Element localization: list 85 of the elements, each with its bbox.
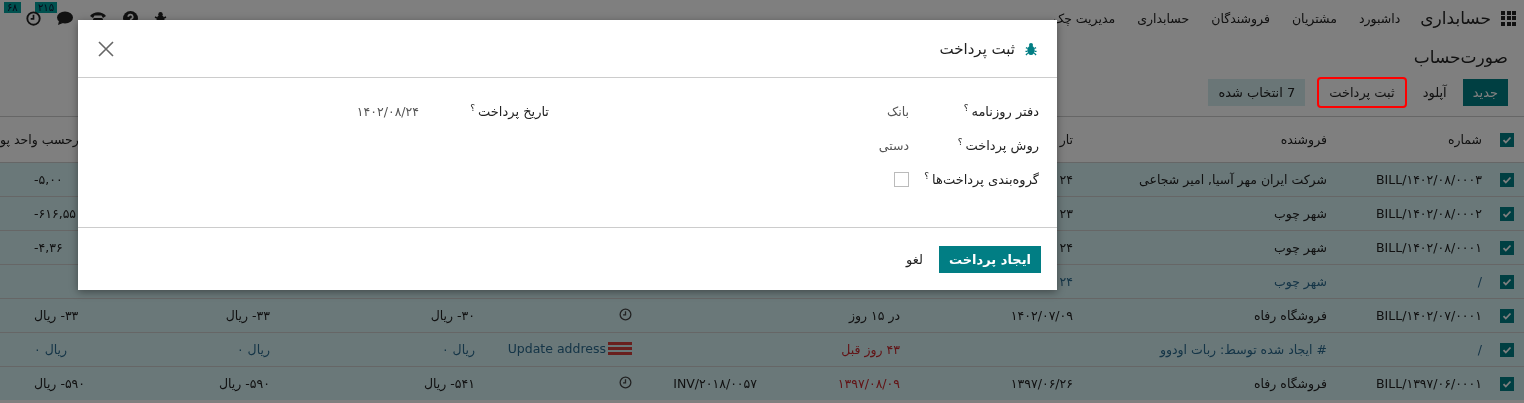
dialog-title: ثبت پرداخت xyxy=(939,39,1015,58)
checkbox[interactable] xyxy=(1500,173,1514,188)
table-cell: # ایجاد شده توسط: ربات اودوو xyxy=(1159,342,1327,357)
field-value[interactable]: ۱۴۰۲/۰۸/۲۴ xyxy=(356,103,419,119)
checkbox[interactable] xyxy=(1500,377,1514,392)
checkbox[interactable] xyxy=(1500,309,1514,324)
table-cell: ریال ۰ xyxy=(441,342,475,357)
checkmark-icon xyxy=(1502,311,1512,322)
field-value[interactable]: بانک xyxy=(887,103,909,119)
table-cell: ۳۳- ریال xyxy=(225,308,270,323)
table-cell: ۵۹۰- ریال xyxy=(218,376,270,391)
checkmark-icon xyxy=(1502,345,1512,356)
checkmark-icon xyxy=(1502,379,1512,390)
apps-menu-icon[interactable] xyxy=(1501,10,1516,26)
checkbox[interactable] xyxy=(894,171,909,187)
table-cell: INV/۲۰۱۸/۰۰۵۷ xyxy=(673,376,757,391)
column-header[interactable]: شماره xyxy=(1447,132,1482,147)
table-cell: ریال ۰ xyxy=(236,342,270,357)
table-cell: در ۱۵ روز xyxy=(848,308,900,323)
menu-item[interactable]: مشتریان xyxy=(1291,10,1337,26)
table-cell: BILL/۱۳۹۷/۰۶/۰۰۰۱ xyxy=(1376,376,1482,391)
table-cell: ۲۳ xyxy=(1059,206,1073,221)
table-cell: BILL/۱۴۰۲/۰۸/۰۰۰۲ xyxy=(1376,206,1482,221)
table-cell: ۳۰- ریال xyxy=(430,308,475,323)
table-cell: ۶۱۶,۵۵- xyxy=(34,206,77,221)
table-cell: ۴۳ روز قبل xyxy=(841,342,900,357)
checkbox[interactable] xyxy=(1500,241,1514,256)
checkbox[interactable] xyxy=(1500,343,1514,358)
table-cell: / xyxy=(1477,342,1482,357)
table-cell: شهر چوب xyxy=(1273,206,1327,221)
table-cell: فروشگاه رفاه xyxy=(1254,308,1327,323)
count-badge: ۶۸ xyxy=(4,1,21,13)
tasks-icon[interactable] xyxy=(608,342,632,355)
table-cell: ۲۴ xyxy=(1059,240,1073,255)
count-badge: ۲۱۵ xyxy=(35,2,58,13)
menu-item[interactable]: داشبورد xyxy=(1358,10,1401,26)
checkmark-icon xyxy=(1502,243,1512,254)
column-header[interactable]: فروشنده xyxy=(1280,132,1327,147)
table-cell: ۱۳۹۷/۰۸/۰۹ xyxy=(837,376,900,391)
table-cell: فروشگاه رفاه xyxy=(1254,376,1327,391)
action-button[interactable]: ثبت پرداخت xyxy=(1317,76,1407,108)
checkmark-icon xyxy=(1502,175,1512,186)
clock-icon[interactable] xyxy=(619,375,632,389)
table-cell: ۵۴۱- ریال xyxy=(423,376,475,391)
table-cell: ۵۹۰- ریال xyxy=(34,376,86,391)
field-label: گروه‌بندی پرداخت‌ها $^{؟}$ xyxy=(923,170,1039,188)
field-label: تاریخ پرداخت $^{؟}$ xyxy=(469,102,549,120)
menu-item[interactable]: حسابداری xyxy=(1137,10,1190,26)
action-button[interactable]: جدید xyxy=(1462,78,1508,106)
table-cell: BILL/۱۴۰۲/۰۸/۰۰۰۳ xyxy=(1376,172,1482,187)
close-icon[interactable] xyxy=(98,40,114,57)
checkbox[interactable] xyxy=(1500,207,1514,222)
table-cell: BILL/۱۴۰۲/۰۸/۰۰۰۱ xyxy=(1376,240,1482,255)
checkbox[interactable] xyxy=(1500,275,1514,290)
clock-icon[interactable] xyxy=(26,10,41,26)
menu-item[interactable]: فروشندگان xyxy=(1211,10,1270,26)
field-value[interactable]: دستی xyxy=(878,137,909,153)
checkmark-icon xyxy=(1502,209,1512,220)
table-cell: / xyxy=(1477,274,1482,289)
table-cell: ۴,۳۶- xyxy=(34,240,63,255)
table-cell: ۱۳۹۷/۰۶/۲۶ xyxy=(1010,376,1073,391)
clock-icon[interactable] xyxy=(619,307,632,321)
action-button[interactable]: 7 انتخاب شده xyxy=(1208,78,1306,106)
table-cell: ۲۴ xyxy=(1059,274,1073,289)
bug-icon xyxy=(1025,41,1037,56)
table-cell: شرکت ایران مهر آسیا, امیر شجاعی xyxy=(1139,172,1327,187)
table-cell: ۲۴ xyxy=(1059,172,1073,187)
column-header[interactable]: رحسب واحد پو xyxy=(0,132,79,147)
table-cell: BILL/۱۴۰۲/۰۷/۰۰۰۱ xyxy=(1376,308,1482,323)
field-label: دفتر روزنامه $^{؟}$ xyxy=(962,102,1039,120)
table-cell: شهر چوب xyxy=(1273,240,1327,255)
table-cell: ۳۳- ریال xyxy=(34,308,79,323)
table-cell: ۱۴۰۲/۰۷/۰۹ xyxy=(1010,308,1073,323)
table-cell: ۵,۰۰- xyxy=(34,172,63,187)
checkbox[interactable] xyxy=(1500,133,1514,148)
checkmark-icon xyxy=(1502,277,1512,288)
column-header[interactable]: تار xyxy=(1059,132,1073,147)
chat-icon[interactable] xyxy=(57,11,73,25)
checkmark-icon xyxy=(1502,135,1512,146)
dialog-button[interactable]: ایجاد پرداخت xyxy=(939,245,1041,273)
app-brand[interactable]: حسابداری xyxy=(1420,8,1491,28)
table-cell: ریال ۰ xyxy=(34,342,68,357)
breadcrumb: صورت‌حساب xyxy=(1413,47,1508,67)
field-label: روش پرداخت $^{؟}$ xyxy=(956,136,1039,154)
table-cell: شهر چوب xyxy=(1273,274,1327,289)
